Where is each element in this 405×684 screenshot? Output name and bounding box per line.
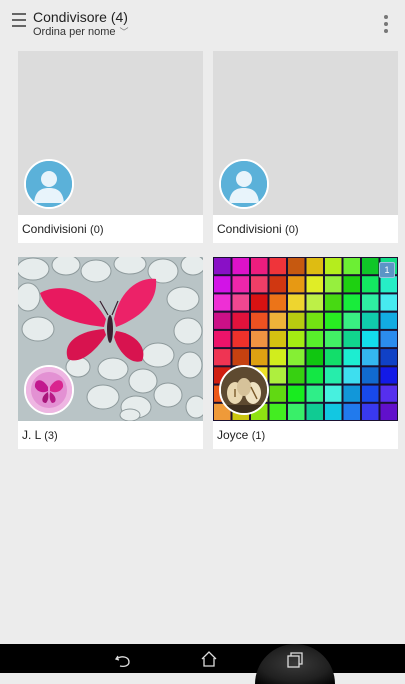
card-thumbnail: [213, 51, 398, 215]
top-bar: Condivisore (4) Ordina per nome ﹀: [8, 0, 397, 42]
sharer-name: Joyce: [217, 428, 249, 442]
share-count: (1): [251, 430, 266, 442]
pink-butterfly-avatar: [24, 365, 74, 415]
back-icon[interactable]: [114, 651, 132, 669]
home-icon[interactable]: [200, 650, 218, 668]
card-caption: Joyce (1): [213, 421, 398, 449]
hamburger-menu-icon[interactable]: [12, 13, 26, 27]
card-thumbnail: 1: [213, 257, 398, 421]
title-block: Condivisore (4) Ordina per nome ﹀: [33, 9, 129, 39]
page-title: Condivisore (4): [33, 9, 128, 25]
sharer-name: Condivisioni: [22, 222, 87, 236]
share-count: (0): [285, 224, 299, 236]
card-caption: Condivisioni (0): [213, 215, 398, 243]
sharer-card[interactable]: 1 Joyce (1): [213, 257, 398, 449]
new-items-badge: 1: [379, 262, 395, 278]
recents-icon[interactable]: [286, 651, 304, 669]
sharer-card[interactable]: Condivisioni (0): [18, 51, 203, 243]
card-thumbnail: [18, 257, 203, 421]
chevron-down-icon: ﹀: [119, 27, 129, 37]
card-thumbnail: [18, 51, 203, 215]
sharer-name: J. L: [22, 428, 41, 442]
card-caption: J. L (3): [18, 421, 203, 449]
share-count: (0): [90, 224, 104, 236]
sharer-name: Condivisioni: [217, 222, 282, 236]
card-caption: Condivisioni (0): [18, 215, 203, 243]
sharer-card[interactable]: J. L (3): [18, 257, 203, 449]
share-count: (3): [44, 430, 58, 442]
default-person-icon: [24, 159, 74, 209]
sort-dropdown[interactable]: Ordina per nome ﹀: [33, 25, 129, 39]
sharer-card[interactable]: Condivisioni (0): [213, 51, 398, 243]
default-person-icon: [219, 159, 269, 209]
overflow-menu-icon[interactable]: [384, 15, 388, 36]
egg-art-avatar: [219, 365, 269, 415]
sort-label: Ordina per nome: [33, 26, 116, 38]
app-screen: Condivisore (4) Ordina per nome ﹀ Condivi…: [8, 0, 398, 673]
